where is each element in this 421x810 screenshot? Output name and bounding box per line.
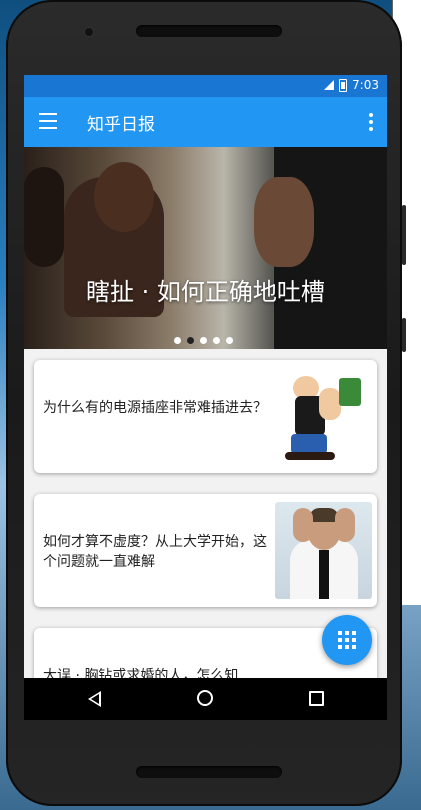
indicator-dot[interactable] <box>213 337 220 344</box>
app-bar: 知乎日报 <box>24 97 387 147</box>
battery-icon <box>339 78 348 92</box>
banner-indicator <box>174 337 233 344</box>
app-title: 知乎日报 <box>87 115 155 135</box>
indicator-dot[interactable] <box>200 337 207 344</box>
grid-fab-button[interactable] <box>322 615 372 665</box>
story-card[interactable]: 如何才算不虚度？从上大学开始，这个问题就一直难解 <box>34 494 377 607</box>
grid-icon <box>338 631 356 649</box>
story-title: 如何才算不虚度？从上大学开始，这个问题就一直难解 <box>43 534 267 570</box>
back-icon[interactable] <box>88 691 101 707</box>
home-icon[interactable] <box>197 690 213 706</box>
story-title: 为什么有的电源插座非常难插进去？ <box>43 400 267 416</box>
banner-title: 瞎扯 · 如何正确地吐槽 <box>86 278 325 306</box>
signal-icon <box>324 80 335 90</box>
indicator-dot[interactable] <box>174 337 181 344</box>
status-time: 7:03 <box>352 78 379 92</box>
story-card[interactable]: 为什么有的电源插座非常难插进去？ <box>34 360 377 473</box>
banner-image <box>24 167 64 267</box>
stressed-man-image <box>275 502 372 599</box>
volume-button <box>402 205 406 265</box>
recents-icon[interactable] <box>309 691 324 706</box>
more-vert-icon[interactable] <box>369 113 373 131</box>
indicator-dot[interactable] <box>226 337 233 344</box>
camera <box>84 27 94 37</box>
bottom-speaker <box>136 766 282 778</box>
power-button <box>402 318 406 352</box>
indicator-dot-active[interactable] <box>187 337 194 344</box>
nav-bar <box>24 678 387 720</box>
menu-icon[interactable] <box>39 113 57 129</box>
top-story-banner[interactable]: 瞎扯 · 如何正确地吐槽 <box>24 147 387 349</box>
status-bar: 7:03 <box>24 75 387 97</box>
top-speaker <box>136 25 282 37</box>
screen: 7:03 知乎日报 瞎扯 · 如何正确地吐槽 为什么有的电源插座非常难插进去？ … <box>24 75 387 720</box>
popeye-image <box>275 368 372 465</box>
